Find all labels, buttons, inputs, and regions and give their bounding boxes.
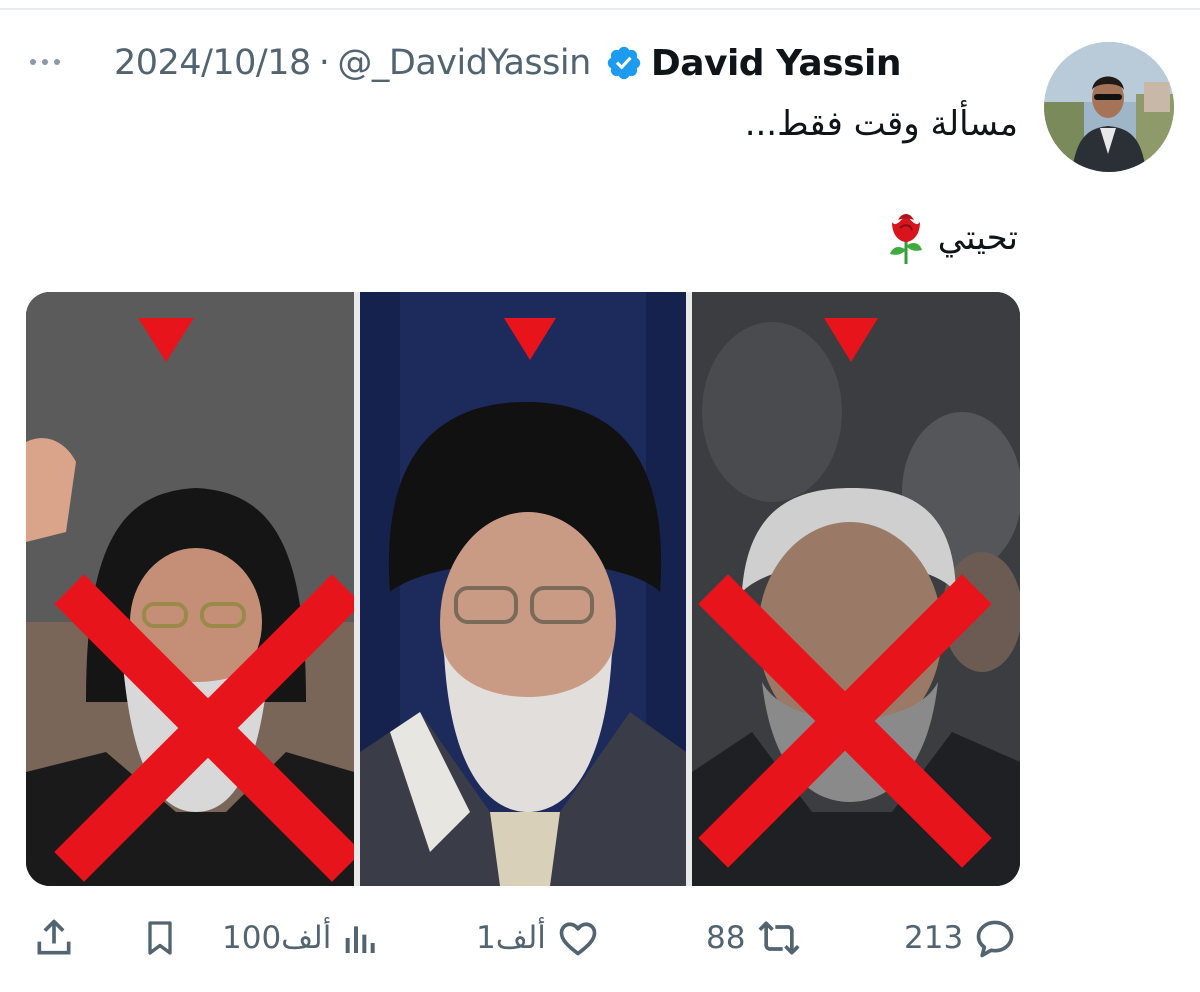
likes-count: 1ألف (476, 920, 546, 956)
media-panel-middle (360, 292, 686, 886)
views-count: 100ألف (222, 920, 332, 956)
media-panel-left (26, 292, 354, 886)
more-dot (54, 59, 60, 65)
bookmark-button[interactable] (140, 908, 180, 968)
avatar[interactable] (1044, 42, 1174, 172)
verified-badge-icon (607, 46, 641, 80)
meta-separator: · (318, 43, 330, 83)
reply-button[interactable]: 213 (904, 908, 1017, 968)
retweets-count: 88 (706, 920, 746, 956)
tweet-date[interactable]: 2024/10/18 (114, 43, 311, 83)
tweet-text-line2: تحيتي (884, 210, 1018, 266)
retweet-icon (758, 921, 800, 955)
tweet-text-greeting: تحيتي (937, 218, 1018, 258)
author-handle[interactable]: @_DavidYassin (337, 43, 591, 83)
more-dot (30, 59, 36, 65)
views-bar-chart-icon (345, 926, 375, 953)
top-border (0, 8, 1200, 10)
reply-bubble-icon (976, 920, 1014, 958)
tweet-media-image[interactable] (26, 292, 1020, 886)
more-horizontal-icon[interactable] (30, 52, 70, 72)
rose-emoji-icon (889, 214, 922, 264)
bookmark-icon (148, 921, 172, 955)
tweet-header: 2024/10/18 · @_DavidYassin David Yassin (114, 38, 901, 88)
tweet-actions-bar: 100ألف 1ألف 88 213 (0, 908, 1200, 968)
like-button[interactable]: 1ألف (476, 908, 600, 968)
tweet-text-line1: مسألة وقت فقط... (744, 104, 1018, 144)
media-panel-right (692, 292, 1020, 886)
author-name[interactable]: David Yassin (651, 43, 902, 84)
replies-count: 213 (904, 920, 964, 956)
retweet-button[interactable]: 88 (706, 908, 803, 968)
share-button[interactable] (32, 908, 76, 968)
more-dot (42, 59, 48, 65)
heart-icon (559, 922, 597, 956)
views-button[interactable]: 100ألف (222, 908, 381, 968)
share-icon (37, 919, 71, 955)
